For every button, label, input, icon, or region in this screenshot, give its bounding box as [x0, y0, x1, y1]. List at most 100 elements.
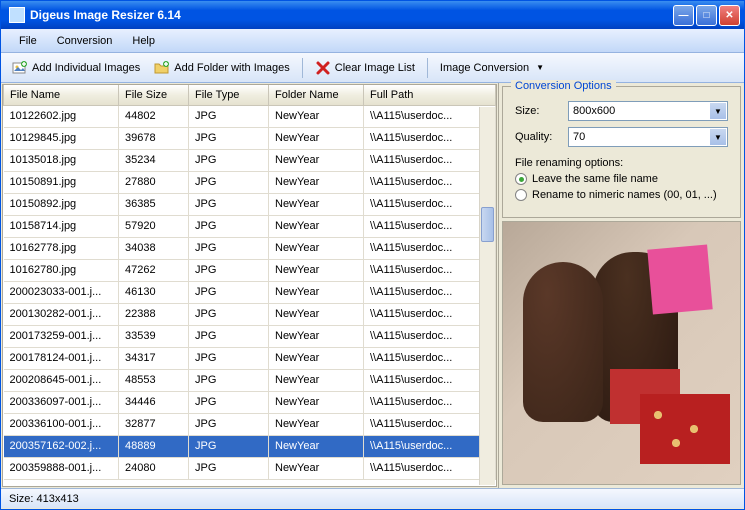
add-folder-button[interactable]: Add Folder with Images [147, 56, 297, 80]
cell-size: 32877 [119, 413, 189, 435]
table-row[interactable]: 200359888-001.j...24080JPGNewYear\\A115\… [4, 457, 496, 479]
table-row[interactable]: 10162780.jpg47262JPGNewYear\\A115\userdo… [4, 259, 496, 281]
cell-name: 200208645-001.j... [4, 369, 119, 391]
menu-help[interactable]: Help [124, 32, 167, 50]
cell-path: \\A115\userdoc... [364, 149, 496, 171]
column-folder-name[interactable]: Folder Name [269, 85, 364, 105]
cell-path: \\A115\userdoc... [364, 215, 496, 237]
cell-size: 34317 [119, 347, 189, 369]
app-icon [9, 7, 25, 23]
image-preview [502, 221, 741, 485]
cell-type: JPG [189, 193, 269, 215]
cell-name: 10150891.jpg [4, 171, 119, 193]
cell-folder: NewYear [269, 413, 364, 435]
table-row[interactable]: 200208645-001.j...48553JPGNewYear\\A115\… [4, 369, 496, 391]
add-individual-images-button[interactable]: Add Individual Images [5, 56, 147, 80]
size-combo[interactable]: 800x600 ▼ [568, 101, 728, 121]
size-value: 800x600 [573, 105, 615, 117]
table-row[interactable]: 200357162-002.j...48889JPGNewYear\\A115\… [4, 435, 496, 457]
quality-label: Quality: [515, 131, 560, 143]
cell-name: 10122602.jpg [4, 105, 119, 127]
cell-folder: NewYear [269, 369, 364, 391]
cell-path: \\A115\userdoc... [364, 237, 496, 259]
file-table-container: File Name File Size File Type Folder Nam… [2, 84, 497, 487]
radio-icon [515, 189, 527, 201]
titlebar[interactable]: Digeus Image Resizer 6.14 — □ ✕ [1, 1, 744, 29]
cell-name: 10162780.jpg [4, 259, 119, 281]
table-row[interactable]: 200336100-001.j...32877JPGNewYear\\A115\… [4, 413, 496, 435]
quality-value: 70 [573, 131, 585, 143]
status-text: Size: 413x413 [9, 493, 79, 505]
cell-path: \\A115\userdoc... [364, 435, 496, 457]
image-conversion-button[interactable]: Image Conversion ▼ [433, 58, 551, 78]
table-row[interactable]: 10150891.jpg27880JPGNewYear\\A115\userdo… [4, 171, 496, 193]
table-row[interactable]: 10122602.jpg44802JPGNewYear\\A115\userdo… [4, 105, 496, 127]
cell-size: 47262 [119, 259, 189, 281]
table-row[interactable]: 200336097-001.j...34446JPGNewYear\\A115\… [4, 391, 496, 413]
column-full-path[interactable]: Full Path [364, 85, 496, 105]
menubar: File Conversion Help [1, 29, 744, 53]
cell-type: JPG [189, 435, 269, 457]
image-conversion-label: Image Conversion [440, 62, 529, 74]
cell-folder: NewYear [269, 127, 364, 149]
cell-folder: NewYear [269, 171, 364, 193]
cell-folder: NewYear [269, 325, 364, 347]
cell-type: JPG [189, 369, 269, 391]
quality-combo[interactable]: 70 ▼ [568, 127, 728, 147]
statusbar: Size: 413x413 [1, 488, 744, 508]
table-row[interactable]: 10162778.jpg34038JPGNewYear\\A115\userdo… [4, 237, 496, 259]
cell-size: 46130 [119, 281, 189, 303]
table-row[interactable]: 10158714.jpg57920JPGNewYear\\A115\userdo… [4, 215, 496, 237]
cell-path: \\A115\userdoc... [364, 105, 496, 127]
file-table: File Name File Size File Type Folder Nam… [3, 85, 496, 480]
radio-leave-same[interactable]: Leave the same file name [515, 173, 728, 185]
dropdown-arrow-icon: ▼ [536, 63, 544, 72]
cell-folder: NewYear [269, 391, 364, 413]
chevron-down-icon: ▼ [710, 129, 726, 145]
cell-type: JPG [189, 281, 269, 303]
cell-path: \\A115\userdoc... [364, 369, 496, 391]
cell-name: 200336097-001.j... [4, 391, 119, 413]
column-file-size[interactable]: File Size [119, 85, 189, 105]
cell-type: JPG [189, 303, 269, 325]
table-row[interactable]: 200173259-001.j...33539JPGNewYear\\A115\… [4, 325, 496, 347]
cell-size: 44802 [119, 105, 189, 127]
clear-list-button[interactable]: Clear Image List [308, 56, 422, 80]
cell-size: 48889 [119, 435, 189, 457]
table-row[interactable]: 10129845.jpg39678JPGNewYear\\A115\userdo… [4, 127, 496, 149]
cell-path: \\A115\userdoc... [364, 303, 496, 325]
cell-folder: NewYear [269, 457, 364, 479]
cell-type: JPG [189, 215, 269, 237]
cell-name: 10129845.jpg [4, 127, 119, 149]
minimize-button[interactable]: — [673, 5, 694, 26]
menu-file[interactable]: File [11, 32, 49, 50]
table-row[interactable]: 200130282-001.j...22388JPGNewYear\\A115\… [4, 303, 496, 325]
cell-path: \\A115\userdoc... [364, 457, 496, 479]
cell-name: 10135018.jpg [4, 149, 119, 171]
cell-size: 22388 [119, 303, 189, 325]
cell-type: JPG [189, 105, 269, 127]
add-folder-label: Add Folder with Images [174, 62, 290, 74]
vertical-scrollbar[interactable] [479, 107, 495, 485]
cell-name: 200173259-001.j... [4, 325, 119, 347]
cell-type: JPG [189, 149, 269, 171]
table-row[interactable]: 200178124-001.j...34317JPGNewYear\\A115\… [4, 347, 496, 369]
close-button[interactable]: ✕ [719, 5, 740, 26]
radio-rename-numeric[interactable]: Rename to nimeric names (00, 01, ...) [515, 189, 728, 201]
table-row[interactable]: 10135018.jpg35234JPGNewYear\\A115\userdo… [4, 149, 496, 171]
maximize-button[interactable]: □ [696, 5, 717, 26]
cell-size: 35234 [119, 149, 189, 171]
column-file-name[interactable]: File Name [4, 85, 119, 105]
table-row[interactable]: 200023033-001.j...46130JPGNewYear\\A115\… [4, 281, 496, 303]
scroll-thumb[interactable] [481, 207, 494, 242]
column-file-type[interactable]: File Type [189, 85, 269, 105]
clear-icon [315, 60, 331, 76]
cell-name: 10162778.jpg [4, 237, 119, 259]
menu-conversion[interactable]: Conversion [49, 32, 125, 50]
cell-path: \\A115\userdoc... [364, 193, 496, 215]
options-panel: Conversion Options Size: 800x600 ▼ Quali… [499, 83, 744, 488]
cell-type: JPG [189, 325, 269, 347]
table-row[interactable]: 10150892.jpg36385JPGNewYear\\A115\userdo… [4, 193, 496, 215]
cell-name: 200336100-001.j... [4, 413, 119, 435]
cell-type: JPG [189, 391, 269, 413]
